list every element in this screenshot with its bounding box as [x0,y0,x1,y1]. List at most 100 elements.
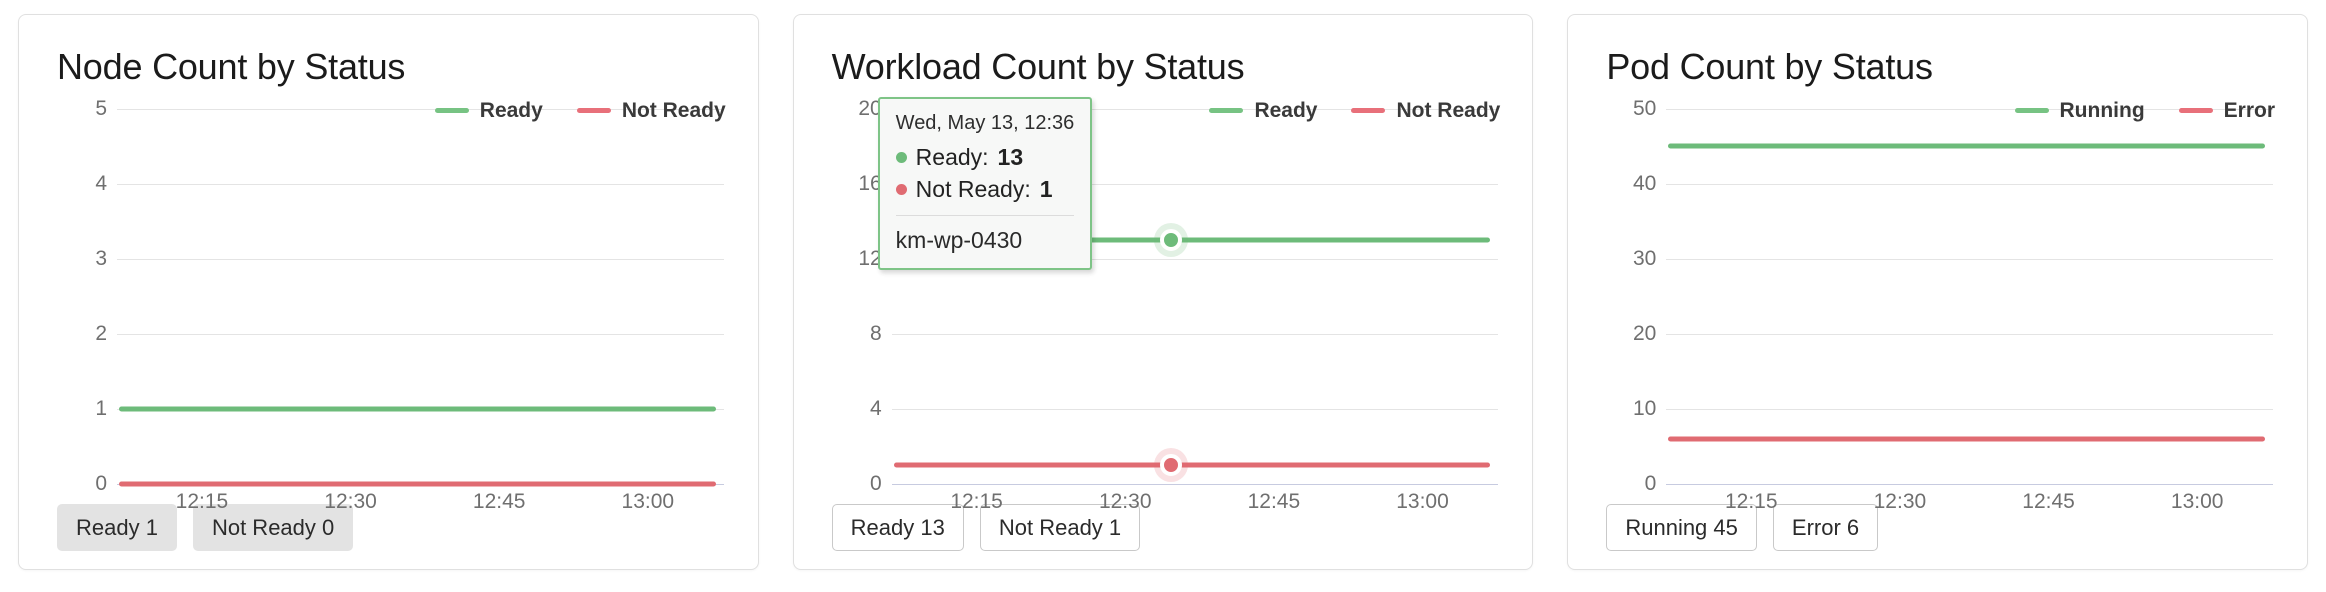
page-title: Node Count by Status [57,46,406,87]
tooltip-label-not-ready: Not Ready: [915,175,1031,202]
y-tick: 2 [95,321,107,345]
tooltip-value-ready: 13 [997,143,1024,170]
y-tick: 3 [95,246,107,270]
legend-label-not-ready: Not Ready [621,98,726,122]
gridline [891,408,1499,410]
series-line-not-ready [893,462,1491,468]
hover-marker-dot [1159,228,1182,251]
x-tick: 12:45 [1247,489,1301,513]
x-tick: 12:15 [1724,489,1778,513]
hover-marker-ready [1153,222,1188,257]
tooltip-value-not-ready: 1 [1039,175,1053,202]
chart-area-pod: Running Error 50 40 30 20 10 0 12:15 12:… [1594,97,2281,513]
series-line-ready [119,406,716,412]
series-line-not-ready [119,481,716,486]
tooltip-label-ready: Ready: [915,143,989,170]
hover-marker-dot [1159,453,1182,476]
gridline [891,333,1499,335]
tooltip-row-ready: Ready: 13 [895,143,1075,171]
plot-pod[interactable]: 50 40 30 20 10 0 12:15 12:30 12:45 13:00 [1594,97,2281,513]
legend-label-ready: Ready [1254,98,1318,122]
gridline [1666,258,2274,260]
legend-swatch-not-ready [1351,108,1386,114]
x-tick: 13:00 [1396,489,1449,513]
x-axis-node: 12:15 12:30 12:45 13:00 [117,490,724,518]
tooltip-dot-not-ready [895,183,907,195]
y-tick: 4 [869,396,882,420]
legend-item-running[interactable]: Running [2014,99,2145,123]
chart-legend-node: Ready Not Ready [434,98,726,123]
y-axis-pod: 50 40 30 20 10 0 [1594,97,1657,495]
legend-swatch-error [2178,108,2213,114]
page-title: Workload Count by Status [831,46,1245,87]
chart-legend-pod: Running Error [2014,98,2276,123]
x-tick: 12:30 [1098,489,1152,513]
card-node-count-by-status: Node Count by Status Ready Not Ready 5 4… [18,14,759,570]
y-tick: 10 [1632,396,1657,420]
x-tick: 12:15 [175,489,229,513]
grid-area-pod [1666,108,2274,485]
series-line-running [1668,143,2266,149]
gridline [117,183,724,185]
legend-swatch-ready [434,108,469,114]
chart-legend-workload: Ready Not Ready [1209,99,1500,123]
legend-swatch-not-ready [576,108,611,114]
y-tick: 8 [869,321,882,345]
legend-item-error[interactable]: Error [2178,98,2276,123]
y-tick: 30 [1632,246,1657,270]
legend-label-error: Error [2223,98,2276,122]
page-title: Pod Count by Status [1606,46,1933,87]
dashboard-root: Node Count by Status Ready Not Ready 5 4… [0,0,2326,592]
tooltip-resource-name: km-wp-0430 [895,226,1023,253]
card-workload-count-by-status: Workload Count by Status Ready Not Ready… [792,14,1534,570]
legend-swatch-running [2014,108,2049,114]
x-tick: 12:30 [1873,489,1927,513]
x-axis-workload: 12:15 12:30 12:45 13:00 [892,490,1499,518]
x-tick: 12:15 [950,489,1003,513]
x-axis-line [1666,483,2274,485]
x-tick: 13:00 [621,489,675,513]
x-tick: 12:45 [2022,489,2075,513]
tooltip-row-not-ready: Not Ready: 1 [895,175,1075,203]
tooltip-divider [895,214,1075,216]
y-tick: 50 [1632,96,1657,120]
legend-item-not-ready[interactable]: Not Ready [576,98,726,123]
y-tick: 1 [95,396,107,420]
legend-item-not-ready[interactable]: Not Ready [1351,99,1500,123]
y-tick: 0 [869,471,882,495]
chart-tooltip: Wed, May 13, 12:36 Ready: 13 Not Ready: … [877,96,1093,270]
y-tick: 0 [1644,471,1657,495]
card-pod-count-by-status: Pod Count by Status Running Error 50 40 … [1567,14,2309,570]
legend-label-ready: Ready [479,98,543,122]
grid-area-node [117,108,724,486]
gridline [1666,183,2274,185]
x-tick: 13:00 [2170,489,2224,513]
chart-area-node: Ready Not Ready 5 4 3 2 1 0 12:15 12:30 … [45,97,732,513]
legend-swatch-ready [1209,108,1244,114]
x-tick: 12:45 [472,489,526,513]
gridline [1666,408,2274,410]
y-tick: 0 [95,471,107,495]
y-tick: 5 [95,96,107,120]
gridline [117,258,724,260]
y-tick: 40 [1632,171,1657,195]
gridline [117,333,724,335]
tooltip-timestamp: Wed, May 13, 12:36 [895,111,1075,134]
hover-marker-not-ready [1153,447,1188,482]
y-axis-workload: 20 16 12 8 4 0 [820,97,882,495]
x-tick: 12:30 [324,489,377,513]
series-line-error [1668,436,2266,441]
tooltip-dot-ready [895,151,907,163]
legend-label-not-ready: Not Ready [1396,98,1501,122]
legend-item-ready[interactable]: Ready [434,98,543,123]
y-axis-node: 5 4 3 2 1 0 [45,97,107,495]
x-axis-pod: 12:15 12:30 12:45 13:00 [1666,490,2273,518]
x-axis-line [891,483,1499,485]
chart-card-row: Node Count by Status Ready Not Ready 5 4… [0,0,2326,592]
plot-node[interactable]: 5 4 3 2 1 0 12:15 12:30 12:45 13:00 [45,97,732,513]
y-tick: 4 [95,171,107,195]
y-tick: 20 [1632,321,1657,345]
chart-area-workload: Ready Not Ready 20 16 12 8 4 0 12:15 12:… [820,96,1507,513]
gridline [1666,333,2274,335]
legend-item-ready[interactable]: Ready [1209,99,1317,123]
